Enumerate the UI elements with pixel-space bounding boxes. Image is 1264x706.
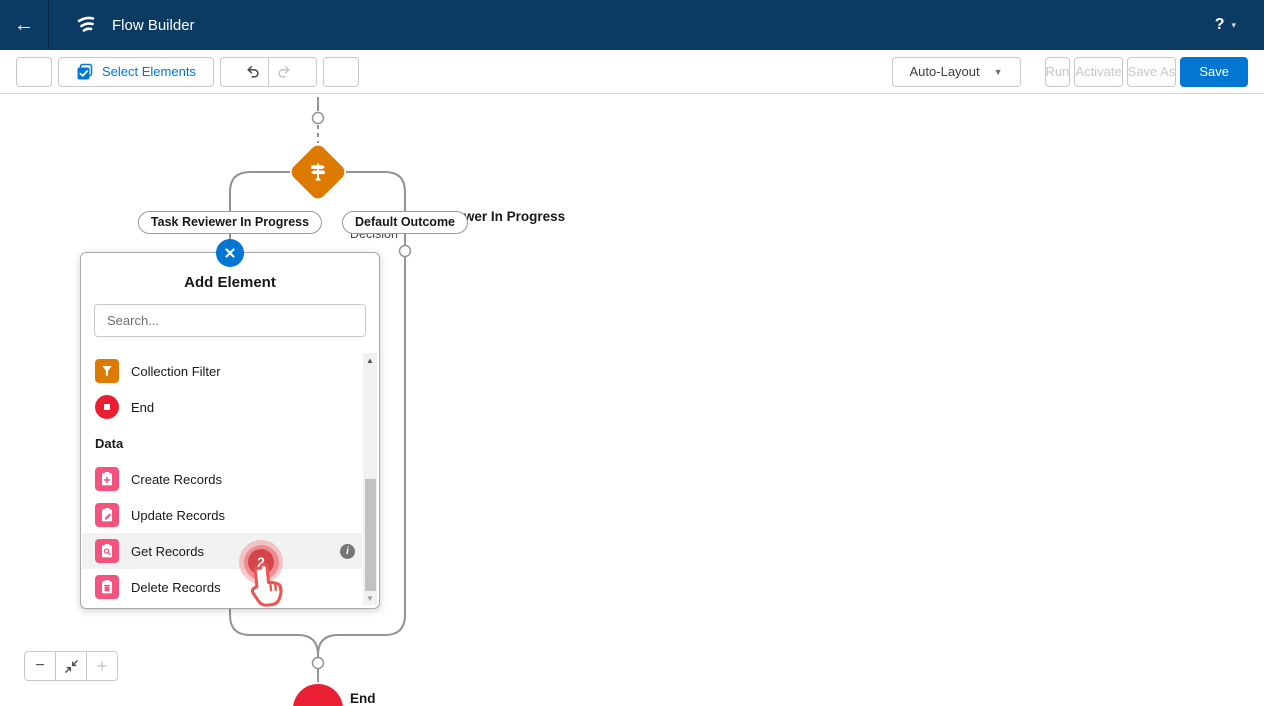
header-divider — [48, 0, 49, 50]
list-item-get-records[interactable]: Get Records i — [82, 533, 362, 569]
list-section-header: Data — [82, 425, 362, 461]
app-header: ← Flow Builder ? ▾ — [0, 0, 1264, 50]
list-item-label: Collection Filter — [131, 364, 221, 379]
get-records-icon — [95, 539, 119, 563]
section-label: Data — [95, 436, 123, 451]
end-node-label: End — [350, 691, 376, 706]
flow-settings-button[interactable] — [323, 57, 359, 87]
create-records-icon — [95, 467, 119, 491]
fit-view-icon — [64, 659, 79, 674]
flow-canvas[interactable]: Check Task Reviewer In Progress Decision… — [0, 94, 1264, 706]
list-item-end[interactable]: End — [82, 389, 362, 425]
redo-button[interactable] — [269, 58, 299, 86]
undo-redo-group — [220, 57, 317, 87]
list-item-delete-records[interactable]: Delete Records — [82, 569, 362, 605]
close-popup-button[interactable] — [216, 239, 244, 267]
fit-to-view-button[interactable] — [55, 651, 87, 681]
list-item-label: Get Records — [131, 544, 204, 559]
search-input[interactable] — [94, 304, 366, 337]
scroll-up-arrow[interactable]: ▲ — [363, 353, 377, 367]
add-element-list: Collection Filter End Data Create Records Up… — [82, 353, 362, 606]
branch-label-default-outcome: Default Outcome — [342, 211, 468, 234]
auto-layout-label: Auto-Layout — [910, 64, 980, 79]
update-records-icon — [95, 503, 119, 527]
activate-button[interactable]: Activate — [1074, 57, 1122, 87]
end-icon — [95, 395, 119, 419]
undo-icon — [245, 64, 261, 80]
scrollbar-thumb[interactable] — [365, 479, 376, 591]
popup-title: Add Element — [81, 274, 379, 291]
add-element-popup: Add Element Collection Filter End Data Crea… — [80, 252, 380, 609]
list-item-collection-filter[interactable]: Collection Filter — [82, 353, 362, 389]
zoom-in-button[interactable]: + — [86, 651, 118, 681]
save-button[interactable]: Save — [1180, 57, 1248, 87]
run-button[interactable]: Run — [1045, 57, 1071, 87]
branch-label-task-reviewer-in-progress: Task Reviewer In Progress — [138, 211, 322, 234]
collection-filter-icon — [95, 359, 119, 383]
auto-layout-dropdown[interactable]: Auto-Layout ▼ — [892, 57, 1021, 87]
help-icon: ? — [1215, 16, 1225, 34]
list-item-create-records[interactable]: Create Records — [82, 461, 362, 497]
list-item-label: Create Records — [131, 472, 222, 487]
list-item-label: End — [131, 400, 154, 415]
decision-signpost-icon — [305, 159, 331, 185]
redo-icon — [276, 64, 292, 80]
select-elements-button[interactable]: Select Elements — [58, 57, 214, 87]
scroll-down-arrow[interactable]: ▼ — [363, 591, 377, 605]
toggle-toolbox-button[interactable] — [16, 57, 52, 87]
flow-toolbar: Select Elements Auto-Layout ▼ — [0, 50, 1264, 94]
save-as-button[interactable]: Save As — [1127, 57, 1177, 87]
list-item-update-records[interactable]: Update Records — [82, 497, 362, 533]
undo-button[interactable] — [238, 58, 268, 86]
info-icon[interactable]: i — [340, 544, 355, 559]
select-elements-label: Select Elements — [102, 64, 196, 79]
help-menu[interactable]: ? ▾ — [1215, 16, 1236, 34]
search-field-wrap — [94, 304, 366, 337]
zoom-out-button[interactable]: − — [24, 651, 56, 681]
toolbar-right-group: Auto-Layout ▼ Run Activate Save As Save — [892, 57, 1248, 87]
close-icon — [221, 244, 239, 262]
scrollbar[interactable]: ▲ ▼ — [363, 353, 377, 605]
flow-builder-logo-icon — [73, 12, 99, 38]
app-title: Flow Builder — [112, 17, 195, 34]
checkbox-icon — [76, 63, 94, 81]
delete-records-icon — [95, 575, 119, 599]
chevron-down-icon: ▼ — [994, 67, 1003, 77]
list-item-label: Delete Records — [131, 580, 221, 595]
back-button[interactable]: ← — [0, 0, 48, 50]
chevron-down-icon: ▾ — [1231, 20, 1236, 31]
list-item-label: Update Records — [131, 508, 225, 523]
zoom-controls: − + — [24, 651, 118, 681]
